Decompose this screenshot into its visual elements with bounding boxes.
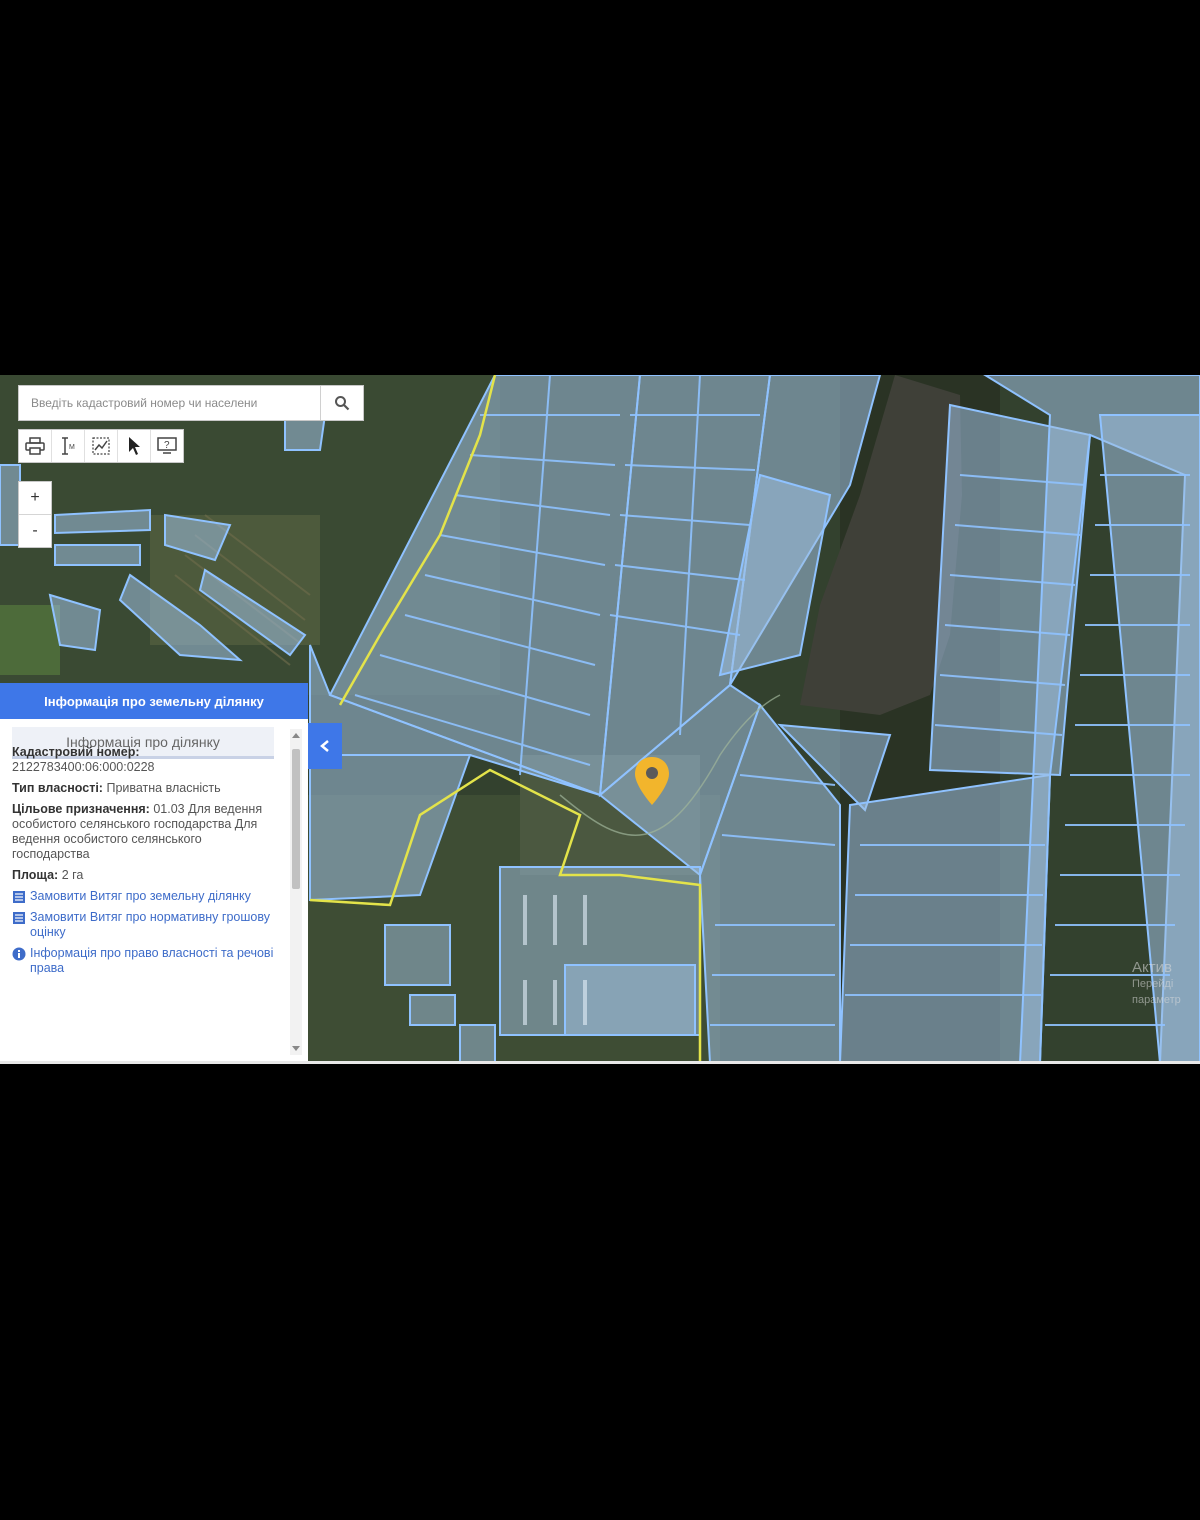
order-valuation-link[interactable]: Замовити Витяг про нормативну грошову оц…	[12, 910, 282, 940]
location-marker-icon[interactable]	[632, 755, 672, 807]
measure-area-button[interactable]	[85, 430, 118, 462]
cadastral-number-label: Кадастровий номер:	[12, 745, 140, 759]
measure-distance-icon: M	[62, 437, 75, 455]
watermark-line-2: Перейді	[1132, 978, 1174, 990]
search-button[interactable]	[320, 386, 363, 420]
collapse-panel-button[interactable]	[308, 723, 342, 769]
measure-distance-button[interactable]: M	[52, 430, 85, 462]
document-icon	[13, 912, 25, 924]
ownership-rights-label: Інформація про право власності та речові…	[30, 946, 274, 975]
panel-scrollbar[interactable]	[290, 729, 302, 1055]
help-button[interactable]: ?	[151, 430, 183, 462]
zoom-out-button[interactable]: -	[19, 514, 51, 547]
activation-watermark: Актив Перейді параметр	[1132, 960, 1181, 1008]
search-bar	[18, 385, 364, 421]
panel-content: Кадастровий номер: 2122783400:06:000:022…	[12, 745, 282, 982]
watermark-line-1: Актив	[1132, 959, 1172, 976]
area-value: 2 га	[61, 868, 84, 882]
order-extract-label: Замовити Витяг про земельну ділянку	[30, 889, 251, 903]
ownership-row: Тип власності: Приватна власність	[12, 781, 282, 796]
purpose-row: Цільове призначення: 01.03 Для ведення о…	[12, 802, 282, 862]
ownership-label: Тип власності:	[12, 781, 103, 795]
order-valuation-label: Замовити Витяг про нормативну грошову оц…	[30, 910, 270, 939]
zoom-in-button[interactable]: +	[19, 482, 51, 514]
chevron-left-icon	[320, 740, 329, 752]
print-icon	[25, 437, 45, 455]
cadastral-number-value: 2122783400:06:000:0228	[12, 760, 155, 774]
search-icon	[335, 396, 350, 411]
ownership-rights-link[interactable]: Інформація про право власності та речові…	[12, 946, 282, 976]
map-frame[interactable]: M ? + - Інформація про земельну	[0, 375, 1200, 1063]
purpose-label: Цільове призначення:	[12, 802, 150, 816]
help-icon: ?	[157, 437, 177, 454]
ownership-value: Приватна власність	[106, 781, 221, 795]
parcel-info-panel: Інформація про земельну ділянку Інформац…	[0, 683, 308, 1063]
svg-text:?: ?	[164, 440, 170, 451]
scroll-up-arrow-icon[interactable]	[292, 733, 300, 738]
scroll-thumb[interactable]	[292, 749, 300, 889]
svg-text:M: M	[69, 444, 75, 451]
frame-divider	[0, 1061, 1200, 1064]
measure-area-icon	[92, 437, 110, 455]
info-icon	[12, 947, 26, 961]
map-toolbar: M ?	[18, 429, 184, 463]
watermark-line-3: параметр	[1132, 994, 1181, 1006]
cadastral-search-input[interactable]	[19, 386, 320, 420]
panel-title: Інформація про земельну ділянку	[0, 683, 308, 719]
scroll-down-arrow-icon[interactable]	[292, 1046, 300, 1051]
print-button[interactable]	[19, 430, 52, 462]
area-label: Площа:	[12, 868, 59, 882]
pointer-icon	[129, 437, 140, 455]
cadastral-number-row: Кадастровий номер: 2122783400:06:000:022…	[12, 745, 282, 775]
zoom-control: + -	[18, 481, 52, 548]
document-icon	[13, 891, 25, 903]
order-extract-link[interactable]: Замовити Витяг про земельну ділянку	[12, 889, 282, 904]
area-row: Площа: 2 га	[12, 868, 282, 883]
select-pointer-button[interactable]	[118, 430, 151, 462]
